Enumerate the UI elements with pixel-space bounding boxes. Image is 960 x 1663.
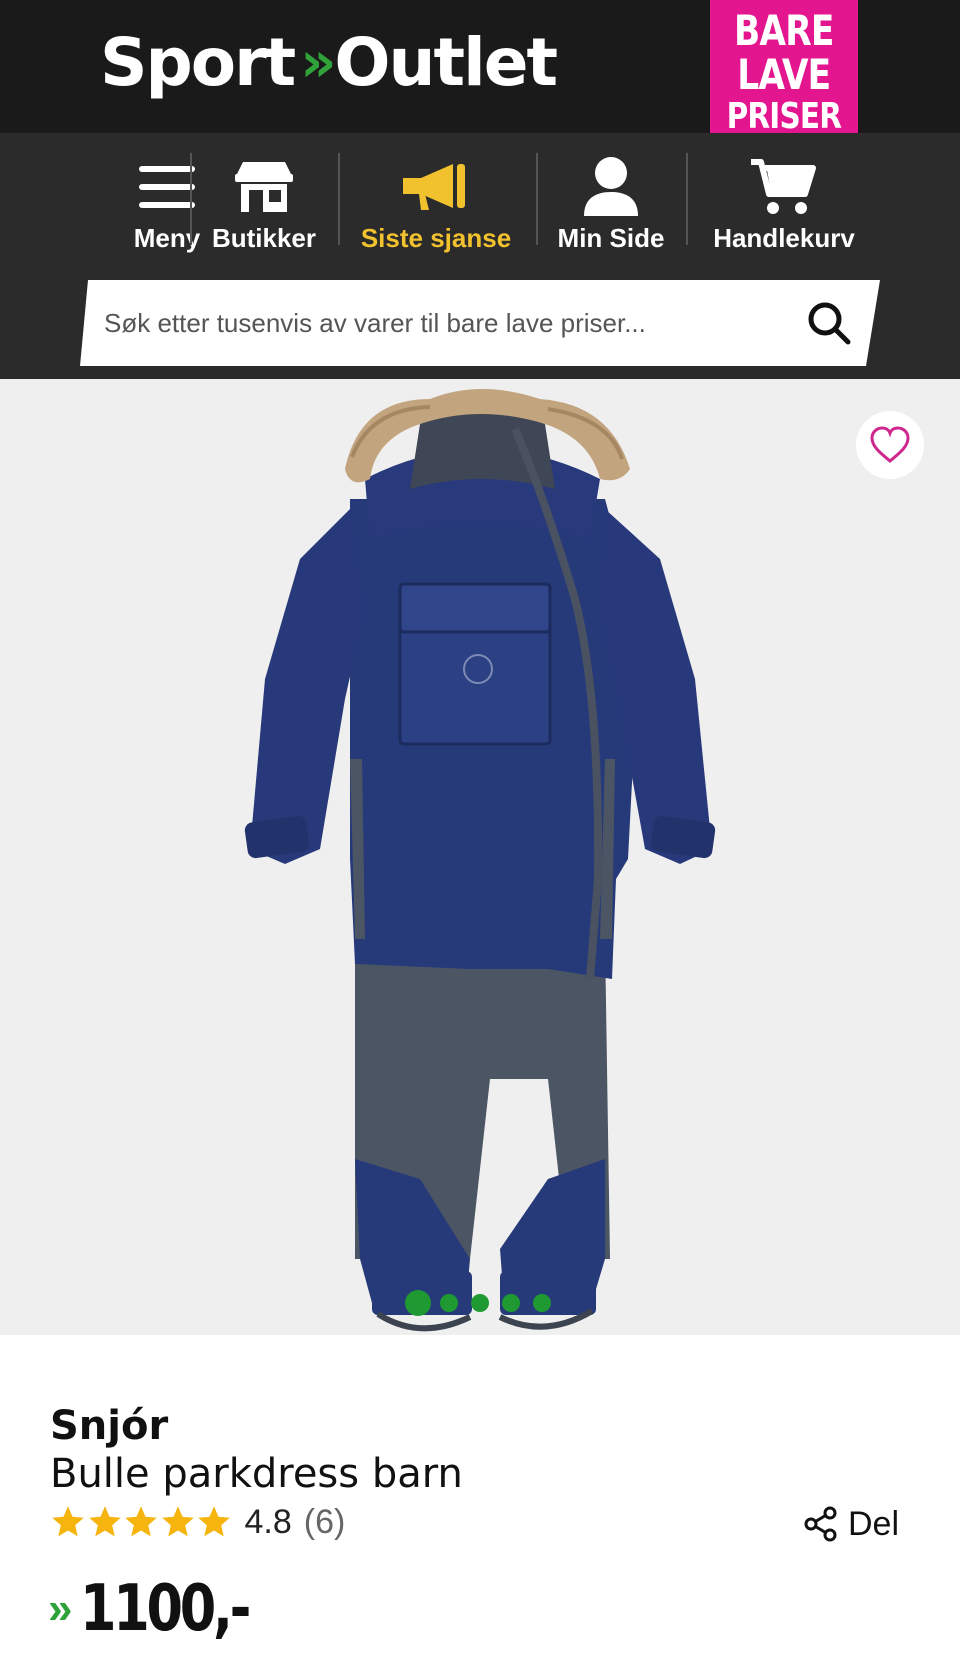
product-brand[interactable]: Snjór bbox=[50, 1403, 168, 1449]
nav-item-my-page[interactable]: Min Side bbox=[546, 133, 676, 265]
gallery-dot[interactable] bbox=[471, 1294, 489, 1312]
price-value: 1100,- bbox=[80, 1572, 251, 1646]
menu-icon bbox=[138, 147, 196, 227]
search-icon[interactable] bbox=[806, 300, 852, 346]
gallery-dot-active[interactable] bbox=[405, 1290, 431, 1316]
nav-label-last-chance: Siste sjanse bbox=[360, 223, 512, 253]
nav-divider bbox=[686, 153, 688, 245]
rating-stars bbox=[50, 1504, 233, 1540]
product-image-gallery[interactable] bbox=[0, 379, 960, 1335]
product-image-snowsuit bbox=[244, 389, 716, 1332]
logo-text-outlet: Outlet bbox=[334, 23, 558, 101]
site-header: Sport » Outlet BARE LAVE PRISER bbox=[0, 0, 960, 145]
heart-icon bbox=[870, 426, 910, 463]
logo-text-sport: Sport bbox=[100, 23, 296, 101]
gallery-pagination bbox=[0, 1290, 960, 1316]
star-icon bbox=[88, 1506, 121, 1537]
sport-outlet-logo[interactable]: Sport » Outlet bbox=[100, 22, 558, 102]
bare-lave-priser-badge: BARE LAVE PRISER bbox=[710, 0, 858, 145]
share-icon bbox=[804, 1506, 837, 1542]
gallery-dot[interactable] bbox=[440, 1294, 458, 1312]
nav-divider bbox=[536, 153, 538, 245]
gallery-dot[interactable] bbox=[533, 1294, 551, 1312]
nav-label-stores: Butikker bbox=[211, 223, 317, 253]
nav-item-last-chance[interactable]: Siste sjanse bbox=[350, 133, 522, 265]
store-icon bbox=[233, 147, 295, 227]
star-icon bbox=[125, 1506, 157, 1537]
star-icon bbox=[198, 1506, 230, 1537]
nav-item-cart[interactable]: Handlekurv bbox=[696, 133, 872, 265]
product-rating[interactable]: 4.8 (6) bbox=[50, 1500, 345, 1544]
main-nav: Meny Butikker Siste sjanse Min Side Hand… bbox=[0, 133, 960, 265]
cart-icon bbox=[751, 147, 817, 227]
favorite-button[interactable] bbox=[856, 411, 924, 479]
star-icon bbox=[52, 1506, 84, 1537]
badge-line-1: BARE bbox=[734, 5, 834, 55]
search-input[interactable] bbox=[104, 300, 764, 346]
nav-label-cart: Handlekurv bbox=[713, 223, 855, 253]
gallery-dot[interactable] bbox=[502, 1294, 520, 1312]
rating-count: (6) bbox=[303, 1502, 346, 1541]
share-button[interactable]: Del bbox=[804, 1502, 899, 1546]
badge-line-2: LAVE bbox=[737, 49, 831, 99]
nav-divider bbox=[338, 153, 340, 245]
rating-value: 4.8 bbox=[244, 1502, 292, 1541]
user-icon bbox=[582, 147, 640, 227]
megaphone-icon bbox=[403, 147, 469, 227]
star-icon bbox=[161, 1506, 194, 1537]
product-title: Bulle parkdress barn bbox=[50, 1451, 463, 1497]
product-price: » 1100,- bbox=[48, 1572, 285, 1646]
badge-line-3: PRISER bbox=[726, 95, 842, 137]
nav-item-stores[interactable]: Butikker bbox=[198, 133, 330, 265]
nav-divider bbox=[190, 153, 192, 245]
nav-label-my-page: Min Side bbox=[557, 223, 665, 253]
price-chevron: » bbox=[48, 1584, 73, 1633]
logo-chevron: » bbox=[300, 29, 336, 95]
share-label: Del bbox=[848, 1504, 900, 1543]
